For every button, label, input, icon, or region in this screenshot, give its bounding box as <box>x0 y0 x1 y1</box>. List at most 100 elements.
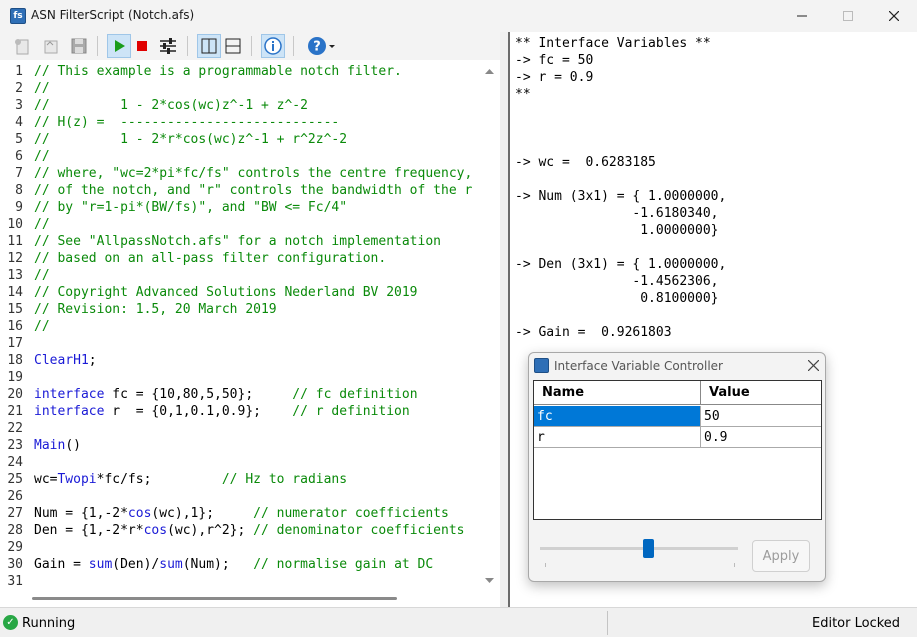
code-text: fc = {10,80,5,50}; <box>104 387 293 402</box>
line-number: 24 <box>7 455 23 470</box>
code-line[interactable]: // Copyright Advanced Solutions Nederlan… <box>34 284 418 301</box>
line-number: 16 <box>7 319 23 334</box>
code-keyword: interface <box>34 387 105 402</box>
close-icon <box>889 11 899 21</box>
line-number: 12 <box>7 251 23 266</box>
code-line[interactable]: // by "r=1-pi*(BW/fs)", and "BW <= Fc/4" <box>34 199 347 216</box>
code-line[interactable]: interface fc = {10,80,5,50}; // fc defin… <box>34 386 418 403</box>
window-title: ASN FilterScript (Notch.afs) <box>31 8 195 22</box>
code-comment: // numerator coefficients <box>253 506 449 521</box>
line-number: 31 <box>7 574 23 589</box>
output-line: -> Num (3x1) = { 1.0000000, <box>515 189 727 204</box>
maximize-button[interactable] <box>825 0 871 32</box>
save-button[interactable] <box>67 34 91 58</box>
code-comment: // This example is a programmable notch … <box>34 64 402 79</box>
line-number: 15 <box>7 302 23 317</box>
output-line: 0.8100000} <box>515 291 719 306</box>
code-line[interactable]: // Revision: 1.5, 20 March 2019 <box>34 301 277 318</box>
code-comment: // 1 - 2*cos(wc)z^-1 + z^-2 <box>34 98 308 113</box>
code-keyword: Main <box>34 438 66 453</box>
line-number: 2 <box>15 81 23 96</box>
code-comment: // fc definition <box>292 387 418 402</box>
code-comment: // of the notch, and "r" controls the ba… <box>34 183 473 198</box>
code-line[interactable]: // based on an all-pass filter configura… <box>34 250 386 267</box>
code-editor[interactable]: 1 2 3 4 5 6 7 8 9 10 11 12 13 14 15 16 17 18 19 20 21 22 23 24 2… <box>0 60 498 607</box>
editor-vertical-scrollbar[interactable] <box>481 60 498 590</box>
code-comment: // by "r=1-pi*(BW/fs)", and "BW <= Fc/4" <box>34 200 348 215</box>
code-line[interactable]: ClearH1; <box>34 352 97 369</box>
code-line[interactable]: // H(z) = ---------------------------- <box>34 114 339 131</box>
new-file-button[interactable] <box>10 34 34 58</box>
status-bar: ✓ Running Editor Locked <box>0 607 917 637</box>
code-line[interactable]: Gain = sum(Den)/sum(Num); // normalise g… <box>34 556 433 573</box>
close-button[interactable] <box>871 0 917 32</box>
grid-cell-name[interactable]: r <box>534 427 701 448</box>
line-number: 25 <box>7 472 23 487</box>
line-number: 19 <box>7 370 23 385</box>
line-number: 21 <box>7 404 23 419</box>
column-header-value[interactable]: Value <box>701 381 821 405</box>
line-number: 22 <box>7 421 23 436</box>
code-line[interactable]: // of the notch, and "r" controls the ba… <box>34 182 472 199</box>
apply-button[interactable]: Apply <box>752 540 810 572</box>
code-line[interactable]: // See "AllpassNotch.afs" for a notch im… <box>34 233 441 250</box>
output-line: -> wc = 0.6283185 <box>515 155 656 170</box>
column-header-name[interactable]: Name <box>534 381 701 405</box>
code-line[interactable]: wc=Twopi*fc/fs; // Hz to radians <box>34 471 347 488</box>
code-comment: // Revision: 1.5, 20 March 2019 <box>34 302 277 317</box>
code-comment: // <box>34 149 50 164</box>
save-icon <box>71 38 87 54</box>
settings-button[interactable] <box>156 34 180 58</box>
output-line: -> fc = 50 <box>515 53 594 68</box>
status-divider <box>607 611 608 635</box>
dialog-close-button[interactable] <box>803 355 823 375</box>
code-line[interactable]: // 1 - 2*r*cos(wc)z^-1 + r^2z^-2 <box>34 131 347 148</box>
code-line[interactable]: interface r = {0,1,0.1,0.9}; // r defini… <box>34 403 410 420</box>
split-horizontal-button[interactable] <box>221 34 245 58</box>
code-line[interactable]: // 1 - 2*cos(wc)z^-1 + z^-2 <box>34 97 308 114</box>
help-button[interactable]: ? <box>303 34 339 58</box>
code-text: *fc/fs; <box>96 472 222 487</box>
toolbar: ? <box>0 32 508 60</box>
grid-cell-value[interactable]: 0.9 <box>701 427 821 448</box>
code-line[interactable]: // <box>34 216 50 233</box>
code-text: Den = {1,-2*r* <box>34 523 144 538</box>
value-slider-thumb[interactable] <box>643 539 655 558</box>
split-vertical-button[interactable] <box>197 34 221 58</box>
code-line[interactable]: Den = {1,-2*r*cos(wc),r^2}; // denominat… <box>34 522 464 539</box>
minimize-button[interactable] <box>779 0 825 32</box>
grid-cell-value[interactable]: 50 <box>701 406 821 427</box>
dialog-title: Interface Variable Controller <box>554 359 723 373</box>
code-line[interactable]: Num = {1,-2*cos(wc),1}; // numerator coe… <box>34 505 449 522</box>
code-comment: // See "AllpassNotch.afs" for a notch im… <box>34 234 441 249</box>
code-line[interactable]: Main() <box>34 437 81 454</box>
code-comment: // Copyright Advanced Solutions Nederlan… <box>34 285 418 300</box>
run-button[interactable] <box>107 34 131 58</box>
open-file-icon <box>44 40 58 54</box>
code-line[interactable]: // <box>34 267 50 284</box>
line-number: 9 <box>15 200 23 215</box>
code-comment: // normalise gain at DC <box>253 557 434 572</box>
open-file-button[interactable] <box>39 34 63 58</box>
run-icon <box>115 40 125 52</box>
code-comment: // <box>34 217 50 232</box>
line-number: 23 <box>7 438 23 453</box>
editor-horizontal-scrollbar[interactable] <box>0 590 498 607</box>
info-button[interactable] <box>261 34 285 58</box>
value-slider-track[interactable] <box>540 547 738 550</box>
code-line[interactable]: // This example is a programmable notch … <box>34 63 402 80</box>
code-keyword: cos <box>127 506 152 521</box>
variables-grid[interactable]: Name Value fc 50 r 0.9 <box>533 380 822 520</box>
horizontal-scroll-thumb[interactable] <box>32 597 397 600</box>
code-line[interactable]: // <box>34 80 50 97</box>
pane-splitter[interactable] <box>500 32 508 607</box>
stop-button[interactable] <box>130 34 154 58</box>
code-line[interactable]: // <box>34 148 50 165</box>
code-line[interactable]: // <box>34 318 50 335</box>
new-file-icon <box>15 39 29 55</box>
grid-cell-name[interactable]: fc <box>534 406 701 427</box>
code-line[interactable]: // where, "wc=2*pi*fc/fs" controls the c… <box>34 165 472 182</box>
line-number: 11 <box>7 234 23 249</box>
code-comment: // <box>34 319 50 334</box>
code-text: wc= <box>34 472 58 487</box>
